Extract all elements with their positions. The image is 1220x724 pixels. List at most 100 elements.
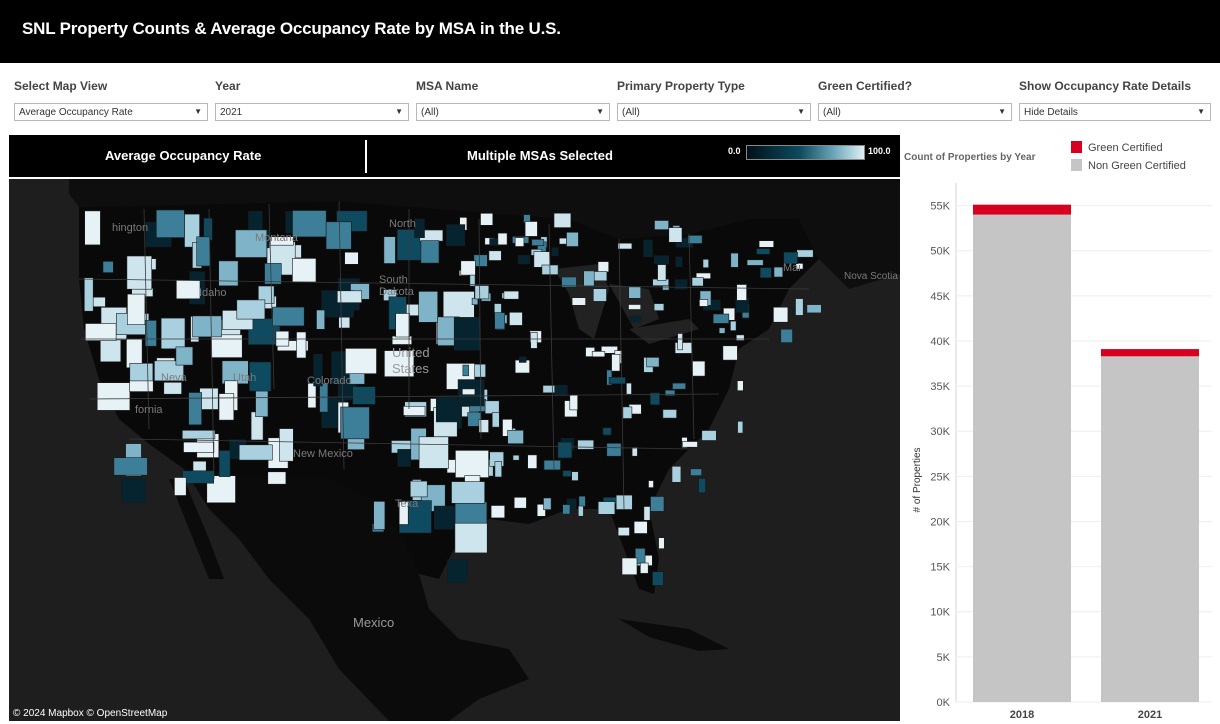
msa-cell[interactable] [722, 345, 738, 361]
msa-cell[interactable] [383, 236, 396, 264]
msa-cell[interactable] [650, 496, 665, 512]
msa-cell[interactable] [633, 521, 648, 534]
msa-cell[interactable] [702, 259, 709, 269]
property-type-dropdown[interactable]: (All) ▼ [617, 103, 811, 121]
msa-cell[interactable] [698, 478, 706, 493]
msa-cell[interactable] [527, 454, 538, 469]
msa-cell[interactable] [571, 471, 579, 481]
msa-cell[interactable] [730, 320, 737, 331]
msa-cell[interactable] [672, 382, 686, 390]
msa-cell[interactable] [192, 315, 222, 338]
msa-cell[interactable] [571, 297, 586, 306]
msa-cell[interactable] [218, 450, 231, 477]
msa-cell[interactable] [692, 360, 706, 377]
msa-cell[interactable] [553, 212, 572, 228]
msa-cell[interactable] [617, 527, 630, 536]
msa-cell[interactable] [701, 430, 717, 441]
map-attribution[interactable]: © 2024 Mapbox © OpenStreetMap [13, 708, 167, 719]
legend-swatch[interactable] [1071, 141, 1082, 153]
msa-cell[interactable] [292, 258, 317, 283]
msa-cell[interactable] [218, 260, 239, 287]
msa-cell[interactable] [403, 406, 426, 416]
msa-cell[interactable] [557, 441, 573, 459]
msa-cell[interactable] [690, 468, 702, 476]
msa-cell[interactable] [671, 465, 682, 483]
msa-cell[interactable] [566, 231, 579, 247]
msa-cell[interactable] [188, 392, 202, 426]
msa-cell[interactable] [397, 449, 411, 467]
msa-cell[interactable] [255, 386, 269, 417]
msa-cell[interactable] [182, 430, 216, 440]
bar-segment[interactable] [1101, 356, 1199, 702]
msa-cell[interactable] [102, 261, 114, 273]
msa-cell[interactable] [183, 441, 215, 453]
msa-cell[interactable] [514, 237, 525, 247]
legend-label[interactable]: Non Green Certified [1088, 160, 1186, 172]
msa-cell[interactable] [622, 406, 633, 419]
msa-cell[interactable] [736, 380, 744, 391]
msa-cell[interactable] [473, 254, 488, 267]
msa-cell[interactable] [657, 264, 667, 281]
msa-cell[interactable] [668, 227, 683, 243]
msa-cell[interactable] [433, 505, 456, 530]
msa-cell[interactable] [316, 309, 325, 330]
msa-cell[interactable] [490, 505, 506, 519]
msa-cell[interactable] [611, 354, 621, 372]
msa-cell[interactable] [160, 317, 186, 350]
msa-cell[interactable] [395, 313, 410, 338]
msa-cell[interactable] [578, 495, 586, 507]
msa-cell[interactable] [296, 331, 307, 359]
msa-cell[interactable] [497, 232, 508, 246]
msa-cell[interactable] [420, 240, 440, 264]
msa-cell[interactable] [264, 263, 282, 285]
msa-cell[interactable] [773, 266, 783, 278]
msa-cell[interactable] [643, 506, 651, 521]
msa-cell[interactable] [653, 303, 665, 311]
msa-cell[interactable] [175, 346, 194, 366]
msa-cell[interactable] [631, 446, 638, 457]
msa-cell[interactable] [675, 256, 683, 268]
msa-cell[interactable] [653, 255, 670, 265]
msa-cell[interactable] [718, 327, 726, 334]
msa-cell[interactable] [494, 461, 502, 478]
msa-cell[interactable] [507, 430, 524, 445]
green-certified-dropdown[interactable]: (All) ▼ [818, 103, 1012, 121]
msa-cell[interactable] [480, 212, 494, 226]
msa-cell[interactable] [451, 481, 486, 504]
msa-cell[interactable] [602, 427, 612, 436]
msa-cell[interactable] [606, 442, 622, 457]
msa-cell[interactable] [608, 377, 626, 385]
msa-cell[interactable] [455, 450, 489, 478]
msa-cell[interactable] [524, 221, 538, 237]
msa-cell[interactable] [84, 210, 101, 246]
msa-cell[interactable] [583, 270, 595, 287]
legend-label[interactable]: Green Certified [1088, 142, 1163, 154]
msa-cell[interactable] [756, 248, 770, 255]
msa-cell[interactable] [699, 299, 709, 307]
msa-cell[interactable] [129, 380, 154, 392]
msa-cell[interactable] [530, 332, 538, 349]
msa-cell[interactable] [518, 356, 527, 363]
msa-cell[interactable] [512, 454, 520, 461]
msa-cell[interactable] [121, 478, 147, 503]
msa-cell[interactable] [780, 328, 793, 343]
bar-segment[interactable] [973, 214, 1071, 702]
msa-cell[interactable] [307, 383, 317, 409]
msa-cell[interactable] [127, 293, 146, 325]
msa-cell[interactable] [409, 480, 428, 498]
msa-cell[interactable] [199, 387, 219, 410]
msa-cell[interactable] [418, 291, 439, 323]
msa-cell[interactable] [662, 409, 677, 419]
msa-cell[interactable] [554, 384, 568, 395]
msa-cell[interactable] [682, 441, 698, 448]
msa-cell[interactable] [163, 382, 182, 395]
msa-cell[interactable] [558, 237, 567, 245]
msa-cell[interactable] [267, 471, 287, 485]
msa-name-dropdown[interactable]: (All) ▼ [416, 103, 610, 121]
msa-cell[interactable] [373, 501, 386, 530]
msa-cell[interactable] [758, 240, 774, 248]
msa-cell[interactable] [643, 239, 653, 258]
msa-cell[interactable] [96, 382, 131, 411]
msa-cell[interactable] [597, 261, 609, 273]
map-canvas[interactable]: hington Montana North Idaho South Dakota… [9, 179, 900, 721]
